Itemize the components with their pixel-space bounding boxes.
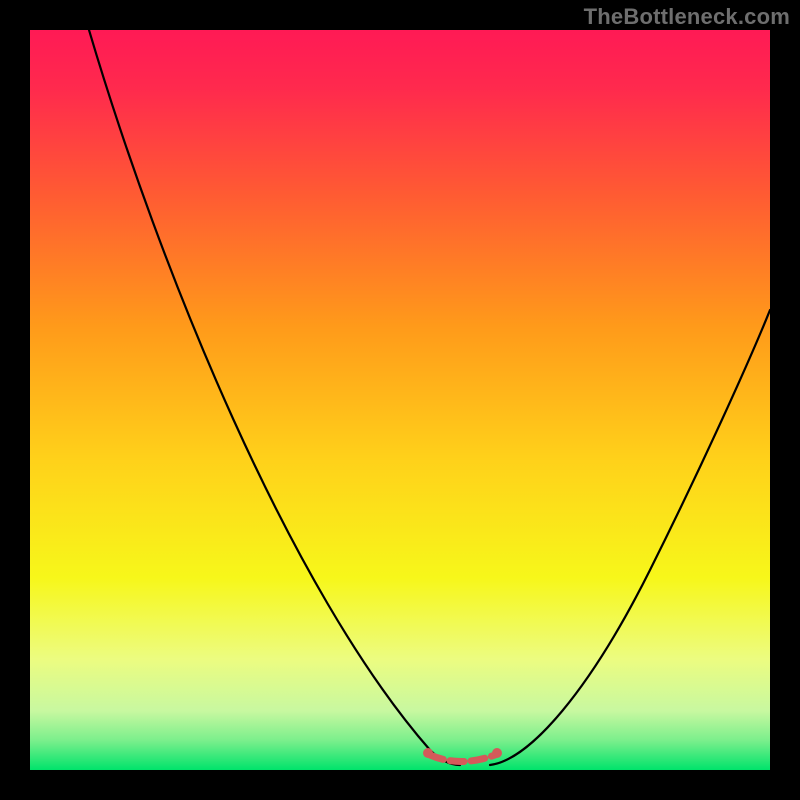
chart-frame: TheBottleneck.com [0, 0, 800, 800]
optimal-range-start-dot [423, 748, 433, 758]
chart-svg [30, 30, 770, 770]
plot-area [30, 30, 770, 770]
gradient-background [30, 30, 770, 770]
watermark-text: TheBottleneck.com [584, 4, 790, 30]
optimal-range-end-dot [492, 748, 502, 758]
